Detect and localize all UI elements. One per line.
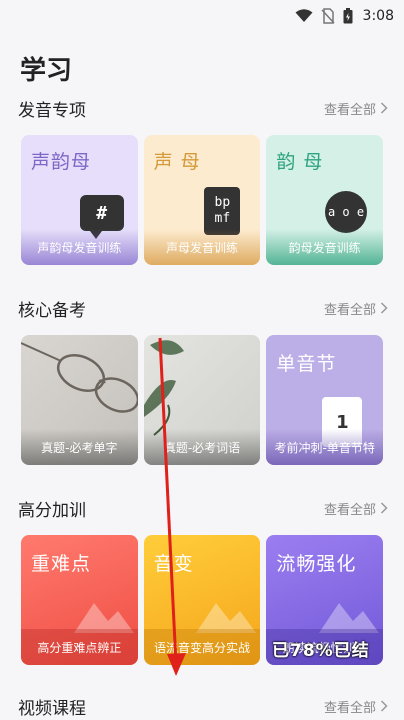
card-sprint-monosyllable[interactable]: 单音节 1 考前冲刺-单音节特 [266, 335, 384, 465]
card-label: 真题-必考词语 [143, 429, 261, 465]
card-key-difficulties[interactable]: 重难点 高分重难点辨正 [21, 535, 138, 665]
card-initials[interactable]: 声母 bp mf 声母发音训练 [143, 135, 261, 265]
card-title: 音变 [153, 553, 194, 575]
section-header-pronunciation: 发音专项 查看全部 [18, 94, 388, 122]
card-exam-words[interactable]: 真题-必考词语 [143, 335, 261, 465]
view-all-button[interactable]: 查看全部 [324, 299, 388, 318]
card-finals[interactable]: 韵母 a o e 韵母发音训练 [266, 135, 384, 265]
status-bar: 3:08 [0, 0, 404, 32]
pronunciation-cards: 声韵母 # 声韵母发音训练 声母 bp mf 声母发音训练 韵母 a o e 韵… [21, 135, 384, 265]
card-title: 单音节 [276, 353, 337, 375]
page-title: 学习 [20, 56, 73, 86]
exam-cards: 真题-必考单字 真题-必考词语 单音节 1 考前冲刺-单音节特 [21, 335, 384, 465]
aoe-icon: a o e [325, 191, 368, 233]
view-all-button[interactable]: 查看全部 [324, 99, 388, 118]
section-title: 发音专项 [18, 100, 86, 121]
chevron-right-icon [380, 502, 388, 514]
view-all-label: 查看全部 [323, 502, 376, 518]
overlay-progress-text: 已78%已结 [272, 641, 370, 661]
card-label: 真题-必考单字 [21, 429, 138, 465]
card-title: 声母 [153, 151, 208, 173]
view-all-label: 查看全部 [323, 102, 376, 118]
hash-icon: # [79, 195, 124, 239]
card-title: 流畅强化 [276, 553, 357, 575]
section-header-training: 高分加训 查看全部 [18, 494, 388, 522]
card-initials-finals[interactable]: 声韵母 # 声韵母发音训练 [21, 135, 138, 265]
card-title: 重难点 [31, 553, 92, 575]
card-label: 考前冲刺-单音节特 [266, 429, 384, 465]
card-label: 声母发音训练 [143, 229, 261, 265]
book-icon [196, 603, 257, 633]
section-header-exam: 核心备考 查看全部 [18, 294, 388, 322]
book-icon [319, 603, 380, 633]
section-title: 高分加训 [18, 500, 86, 521]
card-exam-characters[interactable]: 真题-必考单字 [21, 335, 138, 465]
view-all-button[interactable]: 查看全部 [324, 499, 388, 518]
view-all-button[interactable]: 查看全部 [324, 697, 388, 716]
view-all-label: 查看全部 [323, 700, 376, 716]
no-sim-icon [320, 8, 335, 24]
book-icon [73, 603, 134, 633]
card-tone-sandhi[interactable]: 音变 语流音变高分实战 [143, 535, 261, 665]
chevron-right-icon [380, 302, 388, 314]
card-label: 声韵母发音训练 [21, 229, 138, 265]
section-title: 视频课程 [18, 698, 86, 719]
chevron-right-icon [380, 700, 388, 712]
bpmf-icon: bp mf [204, 187, 241, 235]
status-time: 3:08 [362, 8, 394, 24]
wifi-icon [295, 9, 313, 22]
section-title: 核心备考 [18, 300, 86, 321]
card-title: 韵母 [276, 151, 331, 173]
view-all-label: 查看全部 [323, 302, 376, 318]
card-label: 韵母发音训练 [266, 229, 384, 265]
card-label: 高分重难点辨正 [21, 629, 138, 665]
card-label: 语流音变高分实战 [143, 629, 261, 665]
section-header-video: 视频课程 查看全部 [18, 692, 388, 720]
chevron-right-icon [380, 102, 388, 114]
card-title: 声韵母 [31, 151, 92, 173]
battery-icon [343, 8, 353, 24]
